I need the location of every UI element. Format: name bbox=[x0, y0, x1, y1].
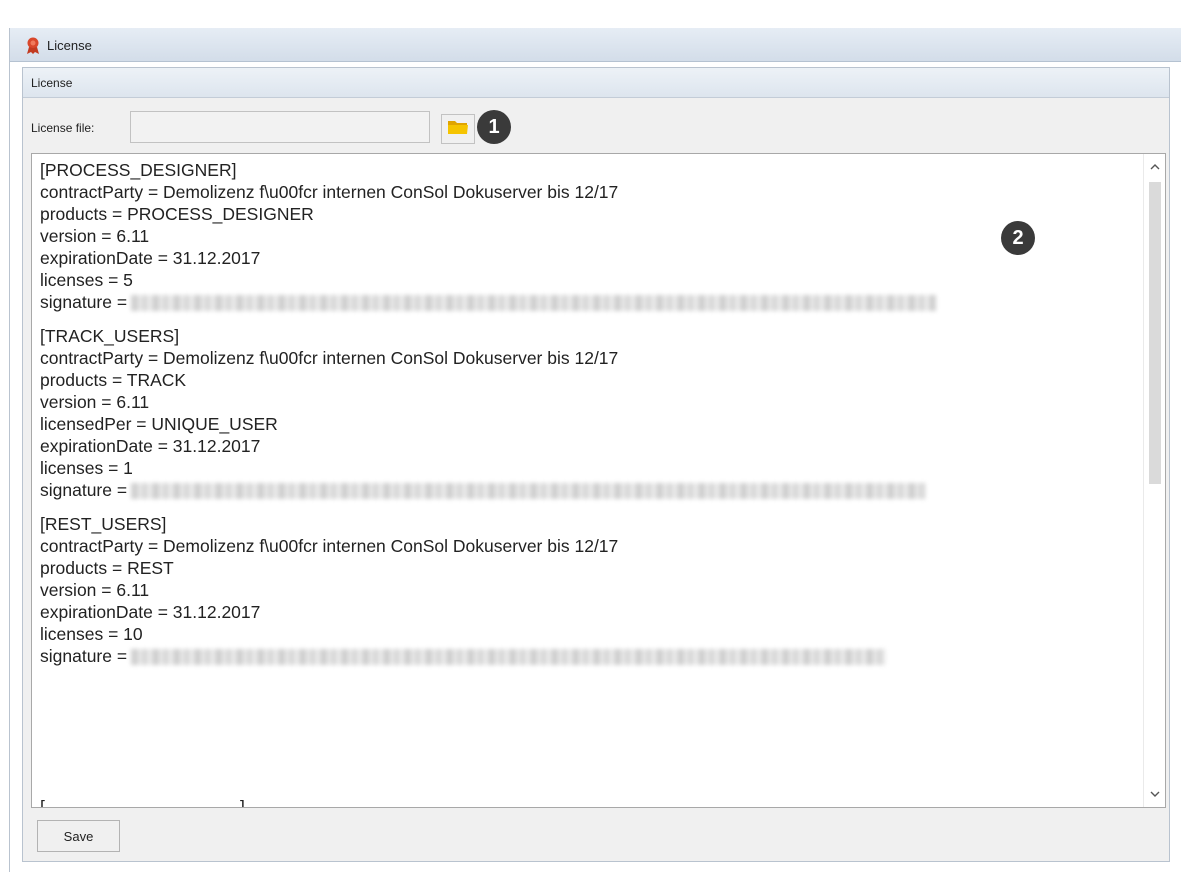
contract-line: contractParty = Demolizenz f\u00fcr inte… bbox=[40, 536, 619, 556]
blurred-signature bbox=[131, 483, 927, 500]
signature-label: signature = bbox=[40, 292, 128, 312]
license-text-area[interactable]: [PROCESS_DESIGNER] contractParty = Demol… bbox=[31, 153, 1166, 808]
licenses-line: licenses = 5 bbox=[40, 270, 133, 290]
signature-line: signature = bbox=[40, 645, 1130, 667]
products-line: products = REST bbox=[40, 558, 174, 578]
licensed-per-line: licensedPer = UNIQUE_USER bbox=[40, 414, 278, 434]
license-text: [PROCESS_DESIGNER] contractParty = Demol… bbox=[40, 159, 1130, 667]
title-bar: License bbox=[10, 28, 1181, 62]
callout-marker-1: 1 bbox=[477, 110, 511, 144]
signature-line: signature = bbox=[40, 291, 1130, 313]
scroll-thumb[interactable] bbox=[1149, 182, 1161, 484]
contract-line: contractParty = Demolizenz f\u00fcr inte… bbox=[40, 182, 619, 202]
blurred-signature bbox=[131, 649, 887, 666]
panel-header: License bbox=[23, 68, 1169, 98]
license-panel: License License file: 1 [PROCESS_DESIGNE… bbox=[22, 67, 1170, 862]
blurred-signature bbox=[131, 295, 937, 312]
licenses-line: licenses = 1 bbox=[40, 458, 133, 478]
section-header: [REST_USERS] bbox=[40, 514, 167, 534]
version-line: version = 6.11 bbox=[40, 392, 150, 412]
browse-file-button[interactable] bbox=[441, 114, 475, 144]
contract-line: contractParty = Demolizenz f\u00fcr inte… bbox=[40, 348, 619, 368]
panel-header-title: License bbox=[31, 76, 73, 90]
partial-text-line: [ ] bbox=[40, 799, 250, 807]
signature-label: signature = bbox=[40, 646, 128, 666]
products-line: products = PROCESS_DESIGNER bbox=[40, 204, 314, 224]
signature-label: signature = bbox=[40, 480, 128, 500]
version-line: version = 6.11 bbox=[40, 580, 150, 600]
signature-line: signature = bbox=[40, 479, 1130, 501]
scroll-down-icon[interactable] bbox=[1144, 785, 1165, 803]
vertical-scrollbar[interactable] bbox=[1143, 154, 1165, 807]
section-header: [PROCESS_DESIGNER] bbox=[40, 160, 237, 180]
expiration-line: expirationDate = 31.12.2017 bbox=[40, 602, 261, 622]
license-file-label: License file: bbox=[31, 121, 95, 135]
version-line: version = 6.11 bbox=[40, 226, 150, 246]
license-file-input[interactable] bbox=[130, 111, 430, 143]
save-button[interactable]: Save bbox=[37, 820, 120, 852]
products-line: products = TRACK bbox=[40, 370, 187, 390]
scroll-up-icon[interactable] bbox=[1144, 158, 1165, 176]
section-header: [TRACK_USERS] bbox=[40, 326, 180, 346]
folder-icon bbox=[447, 118, 469, 141]
callout-marker-2: 2 bbox=[1001, 221, 1035, 255]
expiration-line: expirationDate = 31.12.2017 bbox=[40, 436, 261, 456]
licenses-line: licenses = 10 bbox=[40, 624, 143, 644]
expiration-line: expirationDate = 31.12.2017 bbox=[40, 248, 261, 268]
license-seal-icon bbox=[25, 37, 41, 55]
window-title: License bbox=[47, 38, 92, 53]
